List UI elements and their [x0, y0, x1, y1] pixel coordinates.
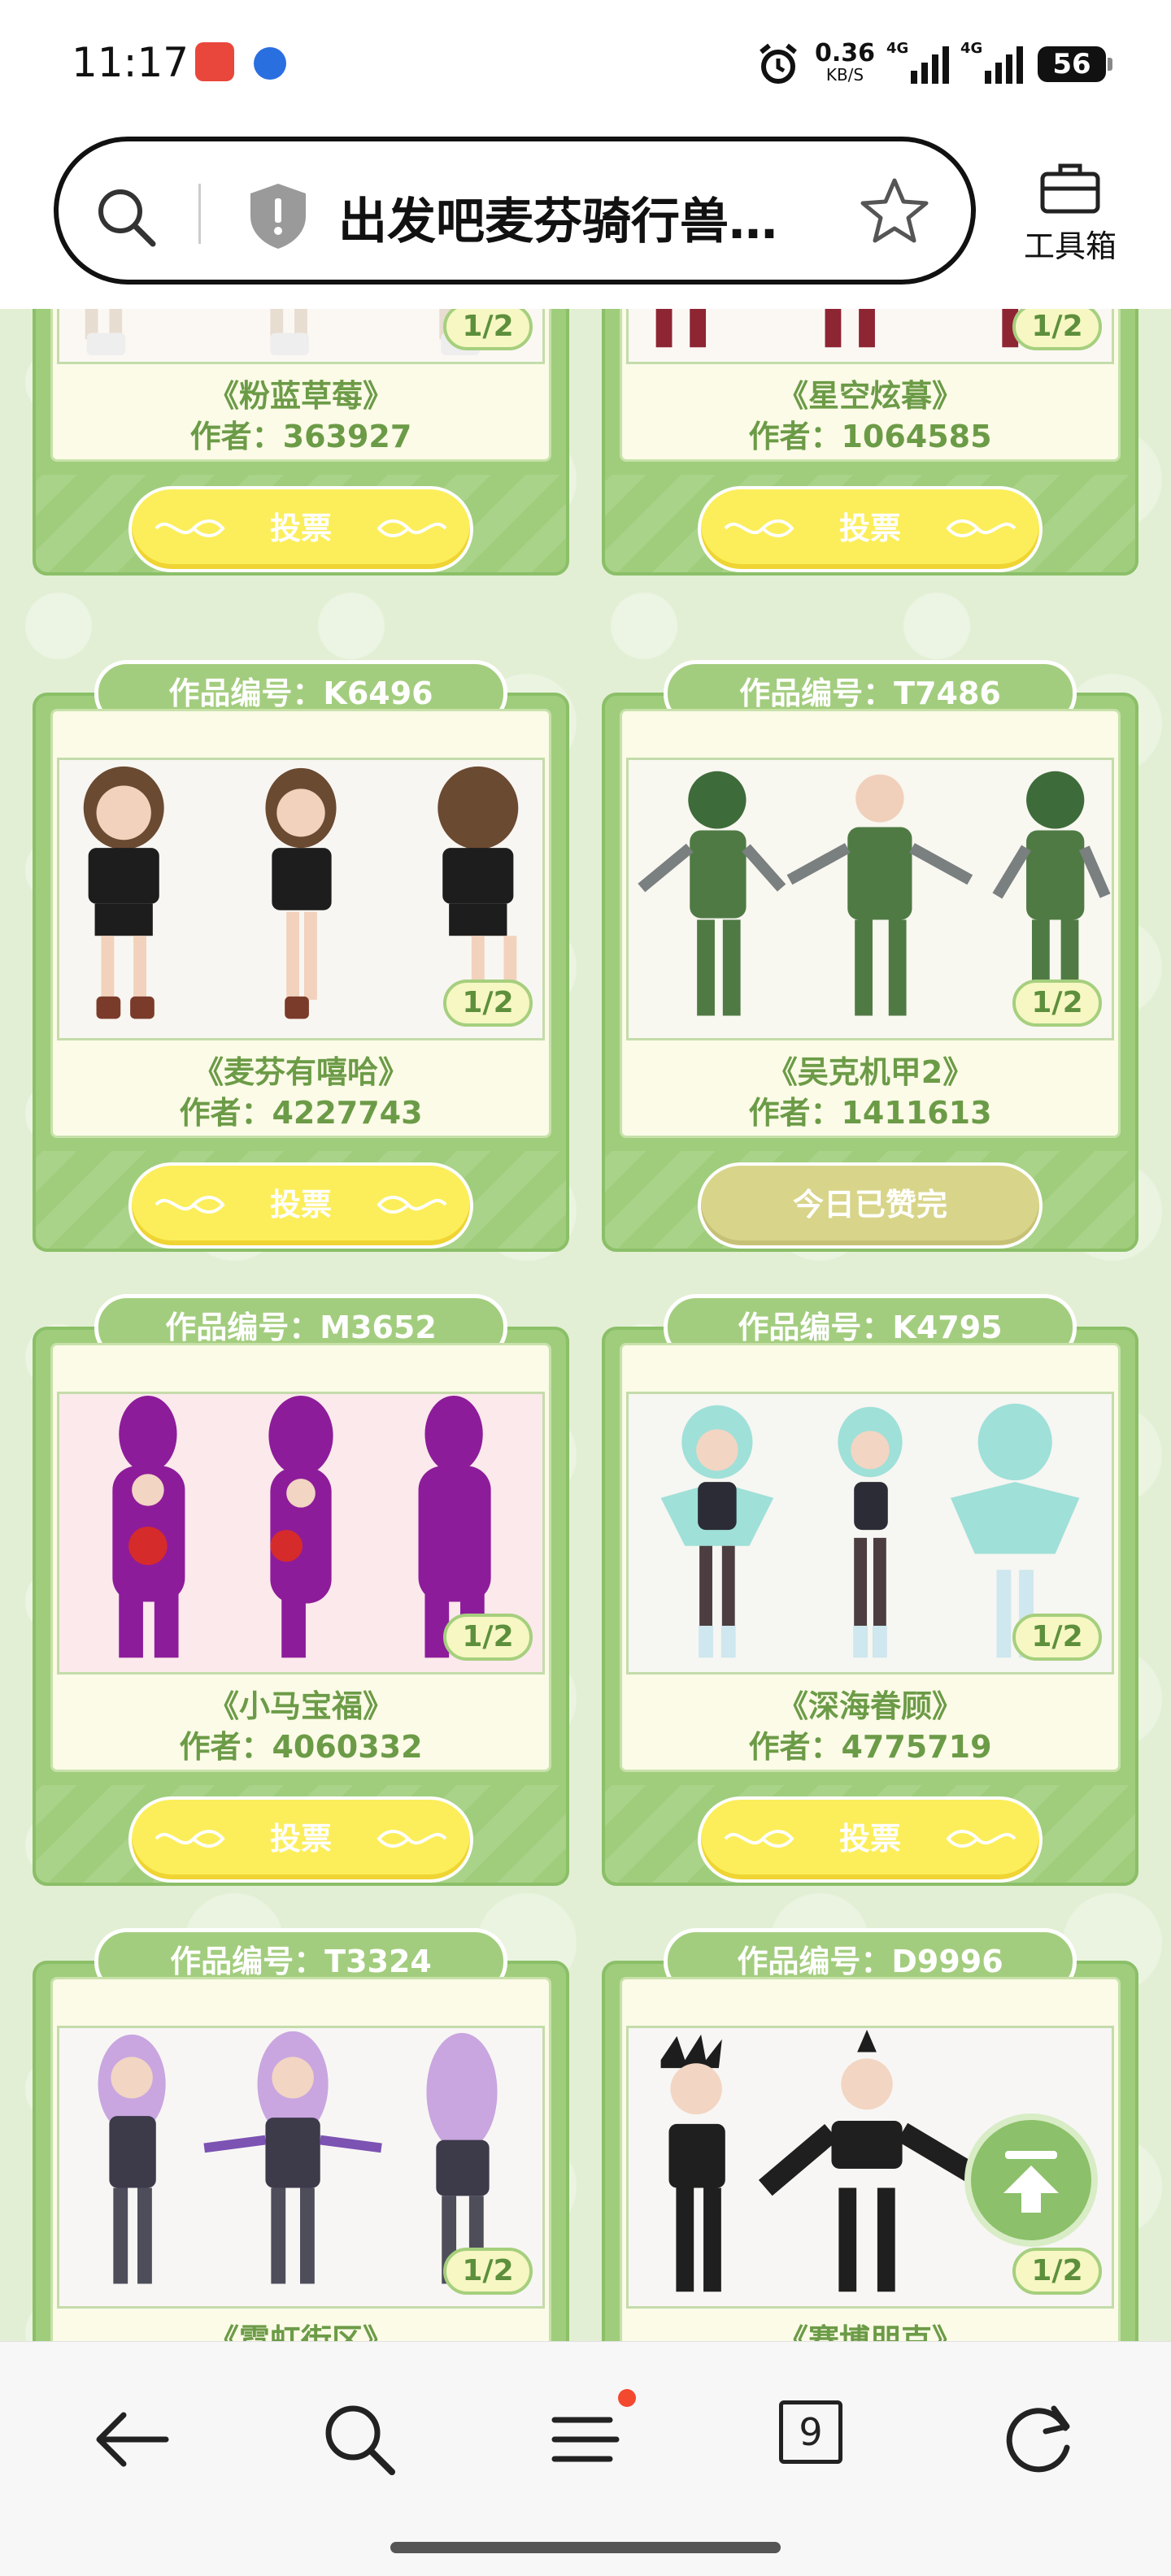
character-image[interactable]: 1/2 — [57, 309, 545, 364]
entry-card: 作品编号：K6496 1/2 《麦芬有嘻哈》 作者：4227743 投票 — [33, 660, 569, 1286]
entry-title: 《霓虹街区》 — [207, 2322, 394, 2341]
entry-author: 作者：1411613 — [748, 1095, 992, 1131]
toolbox-button[interactable]: 工具箱 — [1005, 159, 1135, 266]
vote-button[interactable]: 投票 — [128, 486, 473, 572]
back-arrow-icon — [96, 2412, 169, 2467]
ornament-icon — [377, 1830, 447, 1848]
vote-button-label: 投票 — [269, 510, 332, 546]
entry-card: 作品编号：K4795 1/2 《深海眷顾》 作者：4775719 投票 — [602, 1294, 1138, 1920]
search-button[interactable] — [311, 2391, 408, 2488]
page-badge: 1/2 — [1012, 309, 1102, 350]
alarm-icon — [760, 43, 797, 84]
divider — [198, 184, 201, 244]
address-bar[interactable]: 出发吧麦芬骑行兽… — [54, 137, 976, 285]
net-speed: 0.36 KB/S — [814, 39, 875, 85]
entry-title: 《深海眷顾》 — [777, 1688, 963, 1724]
entry-card: 1/2 《星空炫暮》 作者：1064585 投票 — [602, 309, 1138, 610]
ornament-icon — [946, 519, 1016, 537]
entry-author: 作者：1064585 — [748, 419, 992, 454]
entry-title: 《麦芬有嘻哈》 — [192, 1054, 409, 1090]
character-image[interactable]: 1/2 — [57, 758, 545, 1040]
character-image[interactable]: 1/2 — [57, 2026, 545, 2309]
status-time: 11:17 — [72, 39, 189, 86]
entry-title: 《星空炫暮》 — [777, 378, 963, 414]
tabs-button[interactable]: 9 — [779, 2400, 842, 2464]
battery-icon: 56 — [1038, 46, 1112, 82]
ornament-icon — [724, 519, 794, 537]
entry-title: 《粉蓝草莓》 — [207, 378, 394, 414]
bottom-navigation: 9 — [0, 2341, 1171, 2576]
entry-card: 作品编号：M3652 1/2 《小马宝福》 作者：4060332 投票 — [33, 1294, 569, 1920]
page-badge: 1/2 — [1012, 1614, 1102, 1661]
page-badge: 1/2 — [443, 980, 533, 1027]
entry-title: 《赛博朋克》 — [777, 2322, 963, 2341]
browser-notification-icon — [254, 47, 286, 80]
search-icon — [325, 2405, 395, 2475]
notification-dot — [618, 2389, 636, 2407]
back-button[interactable] — [85, 2391, 182, 2488]
vote-button[interactable]: 投票 — [128, 1796, 473, 1883]
bookmark-star-icon[interactable] — [855, 172, 934, 250]
ornament-icon — [724, 1830, 794, 1848]
app-notification-icon — [195, 42, 234, 81]
back-to-top-button[interactable] — [964, 2113, 1098, 2247]
status-right-group: 0.36 KB/S 4G 4G 56 — [756, 36, 1112, 93]
character-image[interactable]: 1/2 — [626, 309, 1114, 364]
ornament-icon — [155, 1830, 225, 1848]
ornament-icon — [946, 1830, 1016, 1848]
entry-author: 作者：363927 — [189, 419, 412, 454]
entry-author: 作者：4060332 — [179, 1729, 423, 1765]
vote-gallery[interactable]: 1/2 《粉蓝草莓》 作者：363927 投票 1/2 《星空炫暮》 作者：10… — [0, 309, 1171, 2341]
page-badge: 1/2 — [1012, 2248, 1102, 2295]
entry-author: 作者：4227743 — [179, 1095, 423, 1131]
page-badge: 1/2 — [443, 309, 533, 350]
character-image[interactable]: 1/2 — [57, 1392, 545, 1675]
vote-button[interactable]: 投票 — [698, 486, 1043, 572]
arrow-up-icon — [1003, 2151, 1059, 2213]
ornament-icon — [155, 519, 225, 537]
ornament-icon — [377, 1196, 447, 1214]
character-image[interactable]: 1/2 — [626, 1392, 1114, 1675]
search-icon[interactable] — [94, 185, 158, 249]
refresh-icon — [1006, 2405, 1070, 2473]
signal-icon: 4G — [960, 40, 1023, 84]
ornament-icon — [155, 1196, 225, 1214]
page-badge: 1/2 — [443, 2248, 533, 2295]
entry-card: 1/2 《粉蓝草莓》 作者：363927 投票 — [33, 309, 569, 610]
entry-author: 作者：4775719 — [748, 1729, 992, 1765]
home-indicator — [390, 2542, 781, 2553]
vote-button-label: 投票 — [269, 1821, 332, 1857]
vote-button[interactable]: 投票 — [128, 1162, 473, 1249]
toolbox-label: 工具箱 — [1023, 228, 1117, 264]
vote-button-label: 投票 — [269, 1187, 332, 1223]
ornament-icon — [377, 519, 447, 537]
entry-card: 作品编号：T7486 1/2 《吴克机甲2》 作者：1411613 今日已赞完 — [602, 660, 1138, 1286]
vote-button-label: 今日已赞完 — [792, 1187, 947, 1223]
character-image[interactable]: 1/2 — [626, 758, 1114, 1040]
shield-icon[interactable] — [246, 180, 311, 250]
voted-today-button[interactable]: 今日已赞完 — [698, 1162, 1043, 1249]
vote-button-label: 投票 — [838, 510, 901, 546]
menu-icon — [551, 2417, 620, 2462]
vote-button-label: 投票 — [838, 1821, 901, 1857]
menu-button[interactable] — [537, 2391, 634, 2488]
status-bar: 11:17 0.36 KB/S 4G 4G 56 — [0, 0, 1171, 130]
toolbox-icon — [1040, 163, 1100, 214]
page-badge: 1/2 — [1012, 980, 1102, 1027]
entry-card: 作品编号：T3324 1/2 《霓虹街区》 — [33, 1928, 569, 2341]
entry-title: 《吴克机甲2》 — [766, 1054, 974, 1090]
page-title[interactable]: 出发吧麦芬骑行兽… — [338, 182, 875, 253]
refresh-button[interactable] — [989, 2391, 1086, 2488]
entry-title: 《小马宝福》 — [207, 1688, 394, 1724]
vote-button[interactable]: 投票 — [698, 1796, 1043, 1883]
signal-icon: 4G — [886, 40, 949, 84]
page-badge: 1/2 — [443, 1614, 533, 1661]
